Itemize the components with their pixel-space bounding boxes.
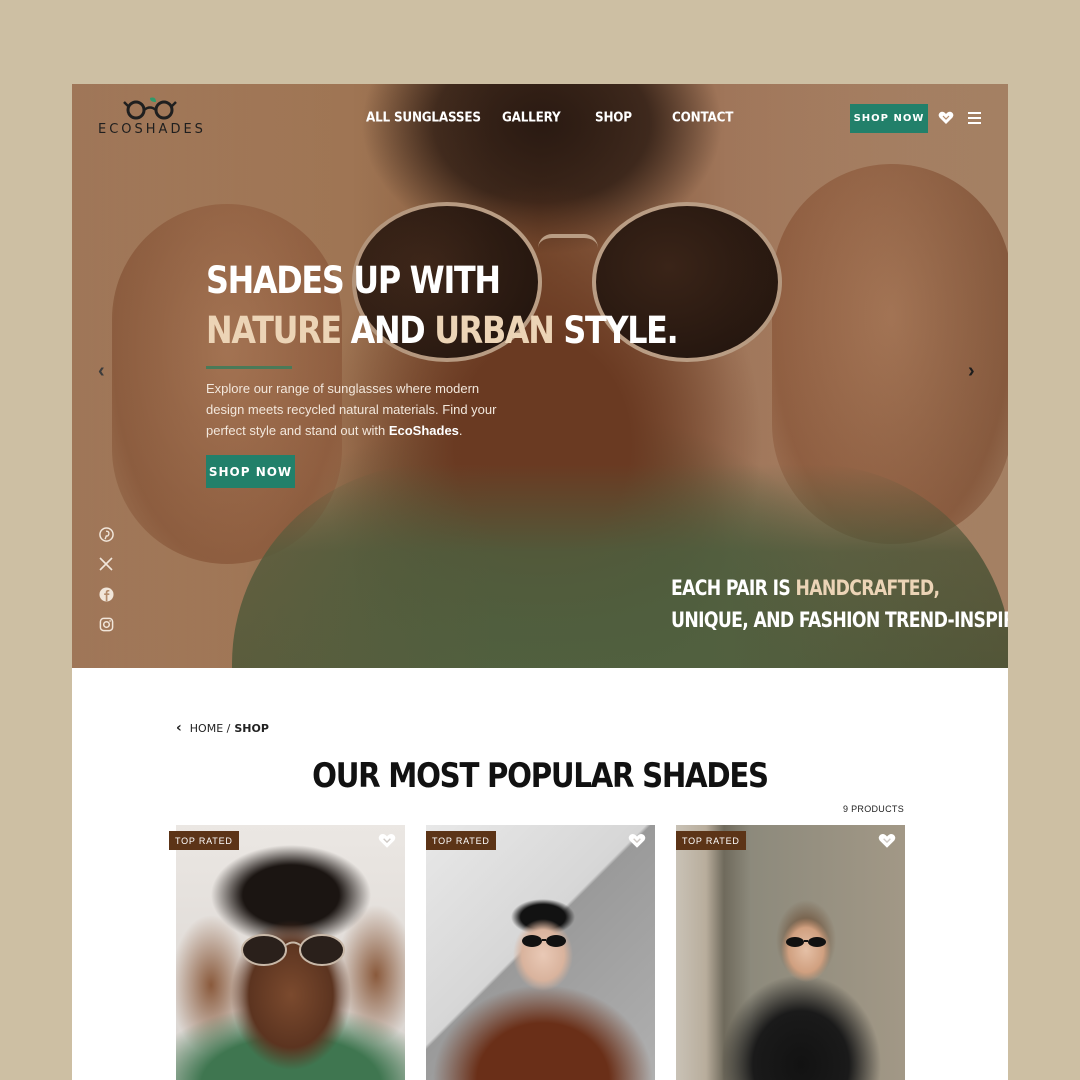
- hero-title-nature: NATURE: [206, 309, 342, 352]
- product-image: [426, 825, 655, 1080]
- product-count: 9 PRODUCTS: [842, 804, 904, 814]
- breadcrumb-current: SHOP: [234, 721, 269, 735]
- hero-divider: [206, 366, 292, 369]
- hero-title: SHADES UP WITH NATURE AND URBAN STYLE.: [206, 256, 679, 356]
- top-rated-badge: TOP RATED: [676, 831, 746, 850]
- hero-title-and: AND: [340, 309, 435, 352]
- heart-icon[interactable]: [628, 833, 646, 849]
- breadcrumb-separator: /: [226, 721, 231, 735]
- hero-title-urban: URBAN: [434, 309, 555, 352]
- hamburger-icon[interactable]: [968, 112, 981, 124]
- tagline-part-c: UNIQUE, AND FASHION TREND-INSPIRED.: [671, 608, 1008, 632]
- heart-icon[interactable]: [878, 833, 896, 849]
- nav-contact[interactable]: CONTACT: [672, 109, 733, 124]
- tagline-part-a: EACH PAIR IS: [671, 576, 796, 600]
- hero-description-end: .: [458, 423, 463, 438]
- breadcrumb-home[interactable]: HOME /: [190, 722, 231, 735]
- heart-icon[interactable]: [938, 111, 954, 125]
- product-card[interactable]: [676, 825, 905, 1080]
- chevron-left-icon[interactable]: ‹: [176, 720, 182, 736]
- hero-description-brand: EcoShades: [388, 423, 459, 438]
- product-image: [676, 825, 905, 1080]
- breadcrumb-home-label: HOME: [189, 721, 224, 735]
- hero-title-line1: SHADES UP WITH: [206, 259, 501, 302]
- instagram-icon[interactable]: [98, 616, 114, 632]
- next-slide-arrow[interactable]: ›: [968, 360, 975, 383]
- tagline-handcrafted: HANDCRAFTED,: [795, 576, 940, 600]
- top-rated-badge: TOP RATED: [426, 831, 496, 850]
- prev-slide-arrow[interactable]: ‹: [98, 360, 105, 383]
- page-frame: ECOSHADES ALL SUNGLASSES GALLERY SHOP CO…: [72, 84, 1008, 1080]
- nav-gallery[interactable]: GALLERY: [502, 109, 561, 124]
- pinterest-icon[interactable]: [98, 526, 114, 542]
- nav-shop[interactable]: SHOP: [595, 109, 632, 124]
- section-title: OUR MOST POPULAR SHADES: [312, 756, 769, 796]
- hero-shop-now-button[interactable]: SHOP NOW: [206, 455, 295, 488]
- nav-all-sunglasses[interactable]: ALL SUNGLASSES: [366, 109, 481, 124]
- top-rated-badge: TOP RATED: [169, 831, 239, 850]
- heart-icon[interactable]: [378, 833, 396, 849]
- product-card[interactable]: [176, 825, 405, 1080]
- hero-banner: ECOSHADES ALL SUNGLASSES GALLERY SHOP CO…: [72, 84, 1008, 668]
- product-glasses-graphic: [786, 937, 826, 947]
- facebook-icon[interactable]: [98, 586, 114, 602]
- x-icon[interactable]: [98, 556, 114, 572]
- product-card[interactable]: [426, 825, 655, 1080]
- header-shop-now-button[interactable]: SHOP NOW: [850, 104, 928, 133]
- hero-tagline: EACH PAIR IS HANDCRAFTED, UNIQUE, AND FA…: [671, 572, 1008, 636]
- product-glasses-graphic: [241, 934, 345, 966]
- hero-title-style: STYLE.: [553, 309, 678, 352]
- breadcrumb: ‹ HOME / SHOP: [176, 720, 269, 736]
- product-glasses-graphic: [522, 935, 566, 947]
- hero-description: Explore our range of sunglasses where mo…: [206, 378, 506, 441]
